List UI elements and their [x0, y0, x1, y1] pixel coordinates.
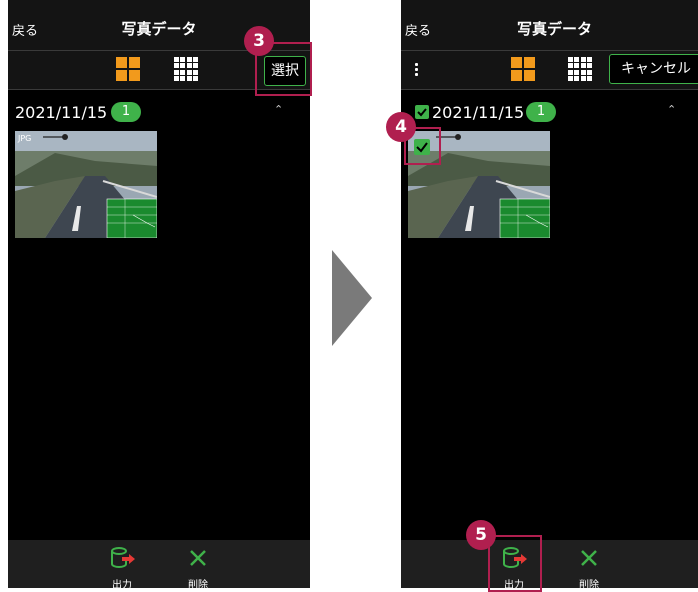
callout-4-badge: 4: [386, 112, 416, 142]
callout-5-badge: 5: [466, 520, 496, 550]
cancel-button[interactable]: キャンセル: [609, 54, 698, 84]
arrow-right-icon: [332, 250, 372, 346]
date-label: 2021/11/15: [15, 103, 108, 122]
group-checkbox[interactable]: [415, 105, 429, 119]
kebab-menu-icon[interactable]: [415, 63, 418, 78]
export-icon: [111, 547, 135, 568]
grid-16-icon[interactable]: [174, 57, 198, 81]
photo-count-badge: 1: [111, 102, 141, 122]
callout-5-box: [488, 535, 542, 592]
delete-label: 削除: [188, 580, 208, 588]
delete-x-icon: [190, 550, 206, 566]
road-photo-image: [15, 131, 157, 238]
view-toolbar: キャンセル: [401, 51, 698, 89]
grid-4-icon[interactable]: [116, 57, 140, 81]
photo-thumbnail[interactable]: JPG: [15, 131, 157, 238]
page-title: 写真データ: [516, 20, 592, 38]
delete-label: 削除: [579, 580, 599, 588]
delete-button[interactable]: 削除: [569, 546, 609, 588]
chevron-up-icon[interactable]: ⌃: [274, 103, 283, 116]
delete-x-icon: [581, 550, 597, 566]
date-label: 2021/11/15: [432, 103, 525, 122]
chevron-up-icon[interactable]: ⌃: [667, 103, 676, 116]
delete-button[interactable]: 削除: [178, 546, 218, 588]
file-type-label: JPG: [18, 134, 32, 143]
date-group-header[interactable]: 2021/11/15 1 ⌃: [401, 100, 698, 126]
export-label: 出力: [112, 580, 132, 588]
bottom-action-bar: 出力 削除: [401, 540, 698, 588]
toolbar-divider: [401, 89, 698, 90]
callout-3-badge: 3: [244, 26, 274, 56]
photo-count-badge: 1: [526, 102, 556, 122]
screen-selection-mode: 戻る 写真データ キャンセル 2021/11/15 1 ⌃ 出力 削除: [401, 0, 698, 588]
bottom-action-bar: 出力 削除: [8, 540, 310, 588]
export-button[interactable]: 出力: [102, 546, 142, 588]
check-icon: [417, 108, 427, 117]
grid-16-icon[interactable]: [568, 57, 592, 81]
grid-4-icon[interactable]: [511, 57, 535, 81]
date-group-header[interactable]: 2021/11/15 1 ⌃: [8, 100, 310, 126]
app-header: 戻る 写真データ: [401, 0, 698, 50]
